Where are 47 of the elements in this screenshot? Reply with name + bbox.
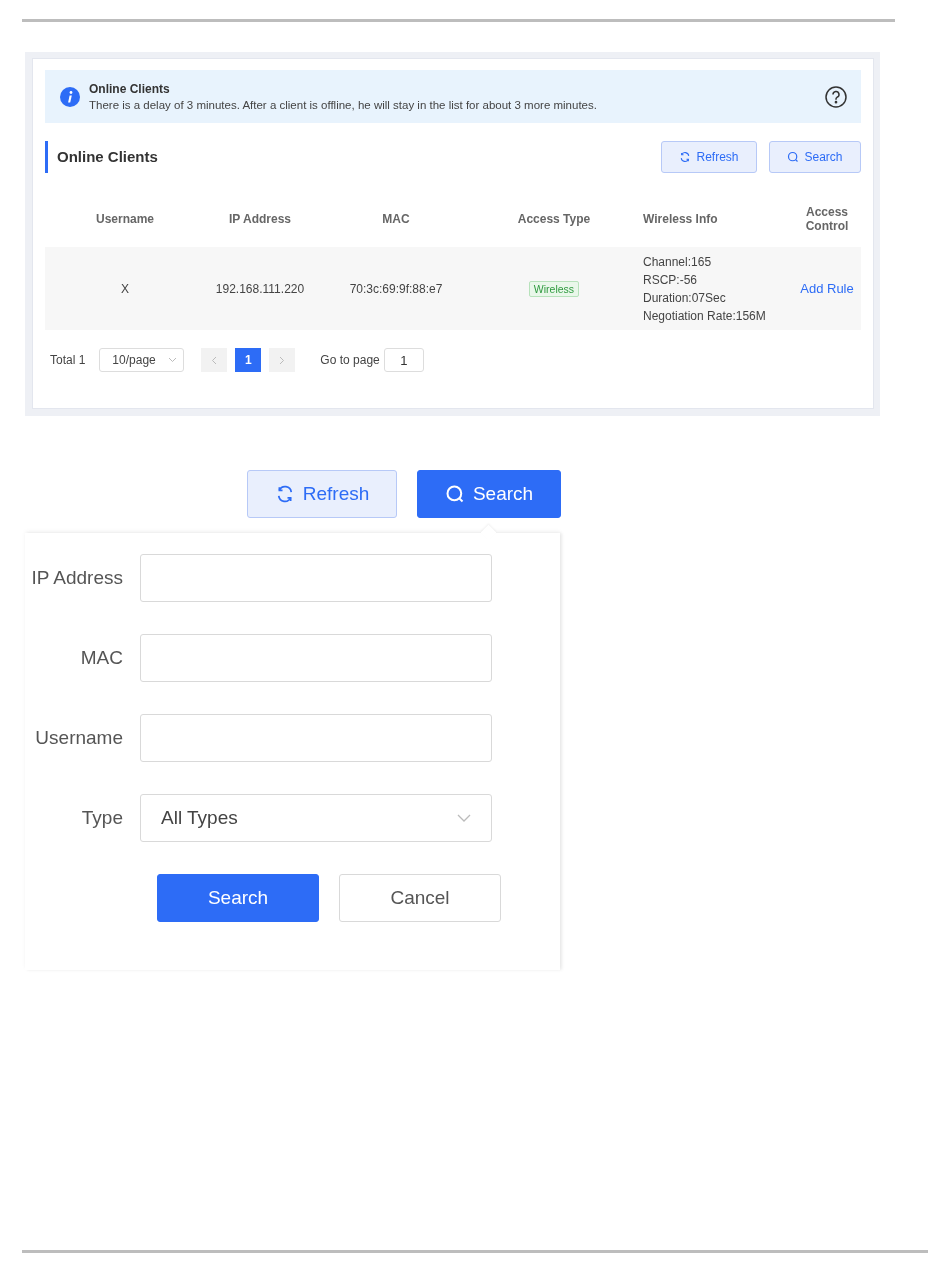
type-select[interactable]: All Types bbox=[140, 794, 492, 842]
go-to-page-label: Go to page bbox=[320, 353, 380, 367]
field-label: Username bbox=[34, 727, 124, 749]
next-page-button[interactable] bbox=[269, 348, 296, 372]
column-header: Username bbox=[95, 211, 155, 228]
wireless-info-line: Duration:07Sec bbox=[643, 290, 727, 305]
page-size-select[interactable]: 10/page bbox=[99, 348, 185, 372]
cancel-button[interactable]: Cancel bbox=[339, 874, 501, 922]
chevron-right-icon bbox=[279, 355, 286, 365]
input-field[interactable] bbox=[140, 714, 492, 762]
chevron-left-icon bbox=[211, 355, 218, 365]
refresh-button[interactable]: Refresh bbox=[661, 141, 757, 173]
previous-page-button[interactable] bbox=[201, 348, 228, 372]
access-type-tag: Wireless bbox=[528, 280, 580, 297]
input-field[interactable] bbox=[140, 634, 492, 682]
chevron-down-icon bbox=[168, 357, 178, 363]
table-cell-text: 192.168.111.220 bbox=[214, 281, 306, 296]
search-icon bbox=[787, 151, 800, 163]
page-button[interactable]: 1 bbox=[235, 348, 262, 372]
total-count: Total 1 bbox=[50, 353, 86, 367]
search-button[interactable]: Search bbox=[417, 470, 561, 518]
search-icon bbox=[444, 484, 465, 504]
wireless-info-line: Channel:165 bbox=[643, 254, 713, 269]
wireless-info-line: Negotiation Rate:156M bbox=[643, 308, 767, 323]
help-icon[interactable] bbox=[825, 85, 847, 108]
input-field[interactable] bbox=[140, 554, 492, 602]
chevron-down-icon bbox=[457, 814, 471, 822]
refresh-icon bbox=[679, 151, 692, 163]
search-button[interactable]: Search bbox=[769, 141, 861, 173]
page-number-field[interactable]: 1 bbox=[383, 348, 424, 372]
column-header: Wireless Info bbox=[642, 211, 719, 228]
field-label: Type bbox=[80, 807, 124, 829]
column-header: IP Address bbox=[228, 211, 292, 228]
refresh-button[interactable]: Refresh bbox=[247, 470, 397, 518]
info-icon bbox=[60, 86, 80, 107]
add-rule-link[interactable]: Add Rule bbox=[800, 281, 854, 296]
table-cell-text: X bbox=[120, 281, 130, 296]
banner-message: There is a delay of 3 minutes. After a client is offline, he will stay in the list for about 3 more minutes. bbox=[89, 99, 598, 111]
field-label: MAC bbox=[79, 647, 124, 669]
search-button[interactable]: Search bbox=[157, 874, 319, 922]
column-header: Access Control bbox=[804, 204, 850, 235]
column-header: Access Type bbox=[516, 211, 592, 228]
table-cell-text: 70:3c:69:9f:88:e7 bbox=[348, 281, 444, 296]
field-label: IP Address bbox=[30, 567, 124, 589]
banner-title: Online Clients bbox=[89, 82, 171, 96]
wireless-info-line: RSCP:-56 bbox=[643, 272, 699, 287]
column-header: MAC bbox=[381, 211, 411, 228]
